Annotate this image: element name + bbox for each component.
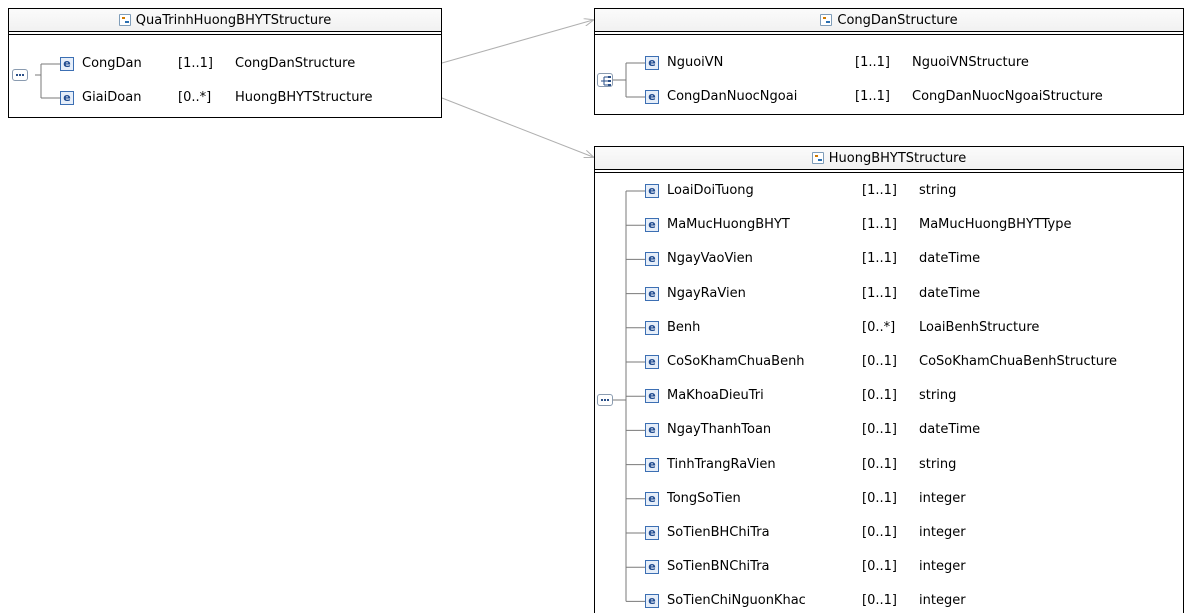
element-icon: e [645,355,659,369]
element-type: dateTime [919,251,981,267]
element-type: integer [919,593,966,609]
huong-row-sotienbnchitra[interactable]: e SoTienBNChiTra [0..1] integer [645,557,966,577]
element-name: TinhTrangRaVien [667,456,776,472]
element-icon: e [645,594,659,609]
element-type: CoSoKhamChuaBenhStructure [919,354,1118,369]
element-icon: e [645,320,659,335]
element-icon: e [645,286,659,301]
huong-row-tinhtrangravien[interactable]: e TinhTrangRaVien [0..1] string [645,455,956,475]
element-cardinality: [0..1] [862,388,897,404]
huong-row-sotienchinguonkhac[interactable]: e SoTienChiNguonKhac [0..1] integer [645,591,966,611]
element-cardinality: [0..1] [862,559,897,575]
element-name: NgayVaoVien [667,251,753,267]
huong-row-ngayravien[interactable]: e NgayRaVien [1..1] dateTime [645,284,980,304]
element-icon: e [645,423,659,438]
element-icon: e [645,184,659,198]
huong-row-mamuchuongbhyt[interactable]: e MaMucHuongBHYT [1..1] MaMucHuongBHYTType [645,215,1071,235]
element-type: string [919,456,957,472]
element-type: string [919,183,957,198]
element-name: CoSoKhamChuaBenh [667,354,805,369]
element-cardinality: [0..1] [862,422,897,438]
element-cardinality: [0..1] [862,490,897,506]
element-icon: e [645,389,659,404]
element-name: Benh [667,319,701,335]
huong-row-ngaythanhtoan[interactable]: e NgayThanhToan [0..1] dateTime [645,420,980,440]
element-type: LoaiBenhStructure [919,319,1040,335]
element-cardinality: [0..1] [862,525,897,540]
element-icon: e [645,457,659,472]
element-name: SoTienBHChiTra [667,525,770,540]
element-cardinality: [1..1] [862,183,897,198]
element-cardinality: [1..1] [862,217,897,233]
element-name: TongSoTien [667,490,741,506]
element-cardinality: [1..1] [862,285,897,301]
huong-row-tongsotien[interactable]: e TongSoTien [0..1] integer [645,489,966,509]
element-cardinality: [0..1] [862,456,897,472]
element-icon: e [645,491,659,506]
element-cardinality: [1..1] [862,251,897,267]
huong-row-benh[interactable]: e Benh [0..*] LoaiBenhStructure [645,318,1039,338]
element-icon: e [645,560,659,575]
element-name: SoTienChiNguonKhac [667,593,806,609]
huong-row-loaidoituong[interactable]: e LoaiDoiTuong [1..1] string [645,181,956,201]
huong-row-sotienbhchitra[interactable]: e SoTienBHChiTra [0..1] integer [645,523,966,543]
sequence-compositor-icon[interactable] [597,394,613,406]
element-type: integer [919,490,966,506]
element-type: MaMucHuongBHYTType [919,217,1072,233]
huong-row-ngayvaovien[interactable]: e NgayVaoVien [1..1] dateTime [645,249,980,269]
element-cardinality: [0..*] [862,319,896,335]
huong-row-makhoadieutri[interactable]: e MaKhoaDieuTri [0..1] string [645,386,956,406]
element-name: LoaiDoiTuong [667,183,754,198]
element-type: dateTime [919,285,981,301]
element-name: NgayThanhToan [667,422,772,438]
element-name: MaMucHuongBHYT [667,217,790,233]
element-type: string [919,388,957,404]
element-name: MaKhoaDieuTri [667,388,764,404]
element-icon: e [645,252,659,267]
element-type: integer [919,559,966,575]
element-name: NgayRaVien [667,285,746,301]
element-icon: e [645,526,659,540]
element-type: integer [919,525,966,540]
huong-tree-lines [613,190,645,602]
huong-row-cosokhamchuabenh[interactable]: e CoSoKhamChuaBenh [0..1] CoSoKhamChuaBenhS… [645,352,1117,372]
element-name: SoTienBNChiTra [667,559,770,575]
element-type: dateTime [919,422,981,438]
element-cardinality: [0..1] [862,593,897,609]
element-icon: e [645,218,659,233]
element-cardinality: [0..1] [862,354,897,369]
